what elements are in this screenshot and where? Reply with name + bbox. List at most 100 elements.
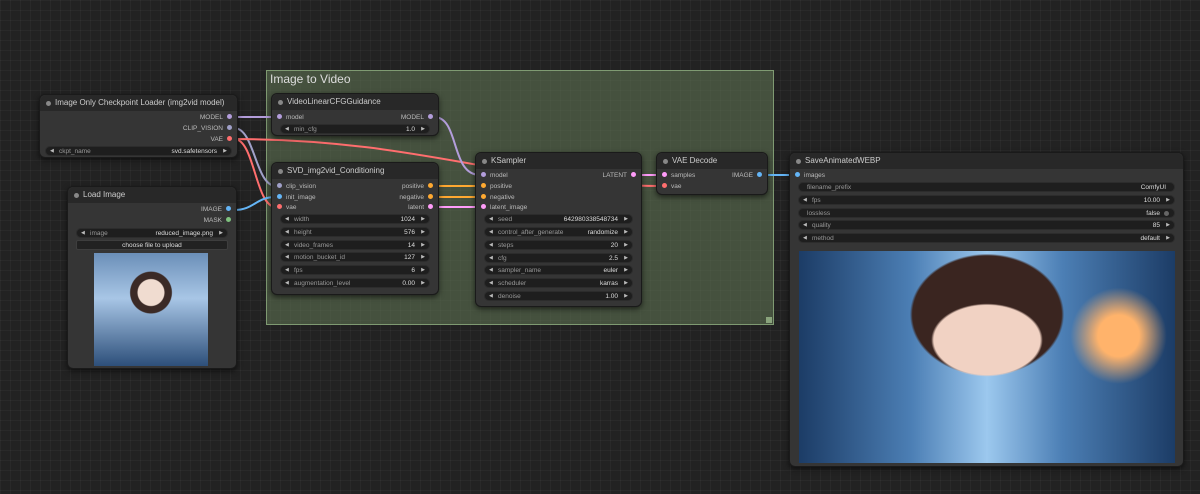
arrow-left-icon[interactable]: ◀	[285, 125, 289, 134]
arrow-left-icon[interactable]: ◀	[285, 253, 289, 262]
slot-dot-icon[interactable]	[226, 206, 231, 212]
output-model[interactable]: MODEL	[401, 114, 433, 122]
collapse-dot-icon[interactable]	[278, 100, 283, 105]
output-image[interactable]: IMAGE	[732, 172, 762, 180]
arrow-right-icon[interactable]: ▶	[219, 229, 223, 238]
input-positive[interactable]: positive	[481, 183, 512, 191]
node-header[interactable]: Image Only Checkpoint Loader (img2vid mo…	[40, 95, 237, 111]
upload-button[interactable]: choose file to upload	[76, 240, 228, 250]
group-resize-handle[interactable]	[766, 317, 772, 323]
arrow-left-icon[interactable]: ◀	[285, 279, 289, 288]
arrow-left-icon[interactable]: ◀	[285, 241, 289, 250]
arrow-left-icon[interactable]: ◀	[803, 196, 807, 205]
arrow-left-icon[interactable]: ◀	[489, 215, 493, 224]
input-model[interactable]: model	[277, 114, 304, 122]
arrow-right-icon[interactable]: ▶	[624, 241, 628, 250]
arrow-right-icon[interactable]: ▶	[624, 279, 628, 288]
arrow-left-icon[interactable]: ◀	[81, 229, 85, 238]
arrow-right-icon[interactable]: ▶	[421, 228, 425, 237]
arrow-right-icon[interactable]: ▶	[223, 147, 227, 156]
filename-prefix-input[interactable]: filename_prefix ComfyUI	[798, 182, 1175, 192]
input-model[interactable]: model	[481, 172, 508, 180]
image-combo[interactable]: ◀ image reduced_image.png ▶	[76, 228, 228, 238]
arrow-right-icon[interactable]: ▶	[421, 253, 425, 262]
node-ksampler[interactable]: KSampler model positive negative latent_…	[475, 152, 642, 307]
arrow-left-icon[interactable]: ◀	[489, 279, 493, 288]
width-input[interactable]: ◀ width 1024 ▶	[280, 214, 430, 224]
node-header[interactable]: KSampler	[476, 153, 641, 169]
node-checkpoint-loader[interactable]: Image Only Checkpoint Loader (img2vid mo…	[39, 94, 238, 158]
node-header[interactable]: VideoLinearCFGGuidance	[272, 94, 438, 110]
lossless-toggle[interactable]: lossless false	[798, 208, 1175, 218]
slot-dot-icon[interactable]	[481, 183, 486, 189]
output-image[interactable]: IMAGE	[201, 206, 231, 214]
slot-dot-icon[interactable]	[481, 194, 486, 200]
toggle-dot-icon[interactable]	[1164, 211, 1169, 216]
slot-dot-icon[interactable]	[277, 183, 282, 189]
input-samples[interactable]: samples	[662, 172, 695, 180]
arrow-right-icon[interactable]: ▶	[1166, 196, 1170, 205]
output-negative[interactable]: negative	[399, 194, 433, 202]
arrow-right-icon[interactable]: ▶	[421, 125, 425, 134]
arrow-right-icon[interactable]: ▶	[624, 266, 628, 275]
arrow-right-icon[interactable]: ▶	[624, 292, 628, 301]
sampler-name-combo[interactable]: ◀ sampler_name euler ▶	[484, 265, 633, 275]
arrow-right-icon[interactable]: ▶	[421, 266, 425, 275]
slot-dot-icon[interactable]	[226, 217, 231, 223]
input-init-image[interactable]: init_image	[277, 194, 316, 202]
slot-dot-icon[interactable]	[277, 114, 282, 120]
slot-dot-icon[interactable]	[428, 114, 433, 120]
node-load-image[interactable]: Load Image IMAGE MASK ◀ image reduced_imag…	[67, 186, 237, 369]
node-header[interactable]: SaveAnimatedWEBP	[790, 153, 1183, 169]
slot-dot-icon[interactable]	[631, 172, 636, 178]
arrow-left-icon[interactable]: ◀	[803, 221, 807, 230]
arrow-left-icon[interactable]: ◀	[489, 254, 493, 263]
collapse-dot-icon[interactable]	[74, 193, 79, 198]
input-negative[interactable]: negative	[481, 194, 515, 202]
slot-dot-icon[interactable]	[227, 136, 232, 142]
slot-dot-icon[interactable]	[227, 114, 232, 120]
node-save-animated-webp[interactable]: SaveAnimatedWEBP images filename_prefix C…	[789, 152, 1184, 467]
collapse-dot-icon[interactable]	[796, 159, 801, 164]
video-frames-input[interactable]: ◀ video_frames 14 ▶	[280, 240, 430, 250]
input-latent-image[interactable]: latent_image	[481, 204, 527, 212]
collapse-dot-icon[interactable]	[46, 101, 51, 106]
arrow-right-icon[interactable]: ▶	[1166, 234, 1170, 243]
seed-input[interactable]: ◀ seed 642980338548734 ▶	[484, 214, 633, 224]
output-mask[interactable]: MASK	[204, 217, 231, 225]
slot-dot-icon[interactable]	[662, 172, 667, 178]
arrow-right-icon[interactable]: ▶	[421, 215, 425, 224]
steps-input[interactable]: ◀ steps 20 ▶	[484, 240, 633, 250]
slot-dot-icon[interactable]	[428, 204, 433, 210]
arrow-left-icon[interactable]: ◀	[489, 266, 493, 275]
motion-bucket-input[interactable]: ◀ motion_bucket_id 127 ▶	[280, 252, 430, 262]
fps-input[interactable]: ◀ fps 6 ▶	[280, 265, 430, 275]
output-model[interactable]: MODEL	[200, 114, 232, 122]
arrow-left-icon[interactable]: ◀	[803, 234, 807, 243]
node-header[interactable]: Load Image	[68, 187, 236, 203]
node-header[interactable]: SVD_img2vid_Conditioning	[272, 163, 438, 179]
arrow-left-icon[interactable]: ◀	[285, 228, 289, 237]
slot-dot-icon[interactable]	[227, 125, 232, 131]
arrow-right-icon[interactable]: ▶	[624, 215, 628, 224]
output-latent[interactable]: LATENT	[603, 172, 636, 180]
height-input[interactable]: ◀ height 576 ▶	[280, 227, 430, 237]
arrow-left-icon[interactable]: ◀	[50, 147, 54, 156]
slot-dot-icon[interactable]	[481, 204, 486, 210]
output-latent[interactable]: latent	[408, 204, 433, 212]
ckpt-name-combo[interactable]: ◀ ckpt_name svd.safetensors ▶	[45, 146, 232, 156]
slot-dot-icon[interactable]	[481, 172, 486, 178]
control-after-generate-combo[interactable]: ◀ control_after_generate randomize ▶	[484, 227, 633, 237]
augmentation-level-input[interactable]: ◀ augmentation_level 0.00 ▶	[280, 278, 430, 288]
output-vae[interactable]: VAE	[210, 136, 232, 144]
slot-dot-icon[interactable]	[428, 194, 433, 200]
input-clip-vision[interactable]: clip_vision	[277, 183, 316, 191]
arrow-left-icon[interactable]: ◀	[489, 228, 493, 237]
collapse-dot-icon[interactable]	[663, 159, 668, 164]
node-svd-conditioning[interactable]: SVD_img2vid_Conditioning clip_vision ini…	[271, 162, 439, 295]
arrow-right-icon[interactable]: ▶	[421, 241, 425, 250]
input-vae[interactable]: vae	[662, 183, 681, 191]
arrow-left-icon[interactable]: ◀	[285, 215, 289, 224]
node-vae-decode[interactable]: VAE Decode samples vae IMAGE	[656, 152, 768, 195]
min-cfg-input[interactable]: ◀ min_cfg 1.0 ▶	[280, 124, 430, 134]
